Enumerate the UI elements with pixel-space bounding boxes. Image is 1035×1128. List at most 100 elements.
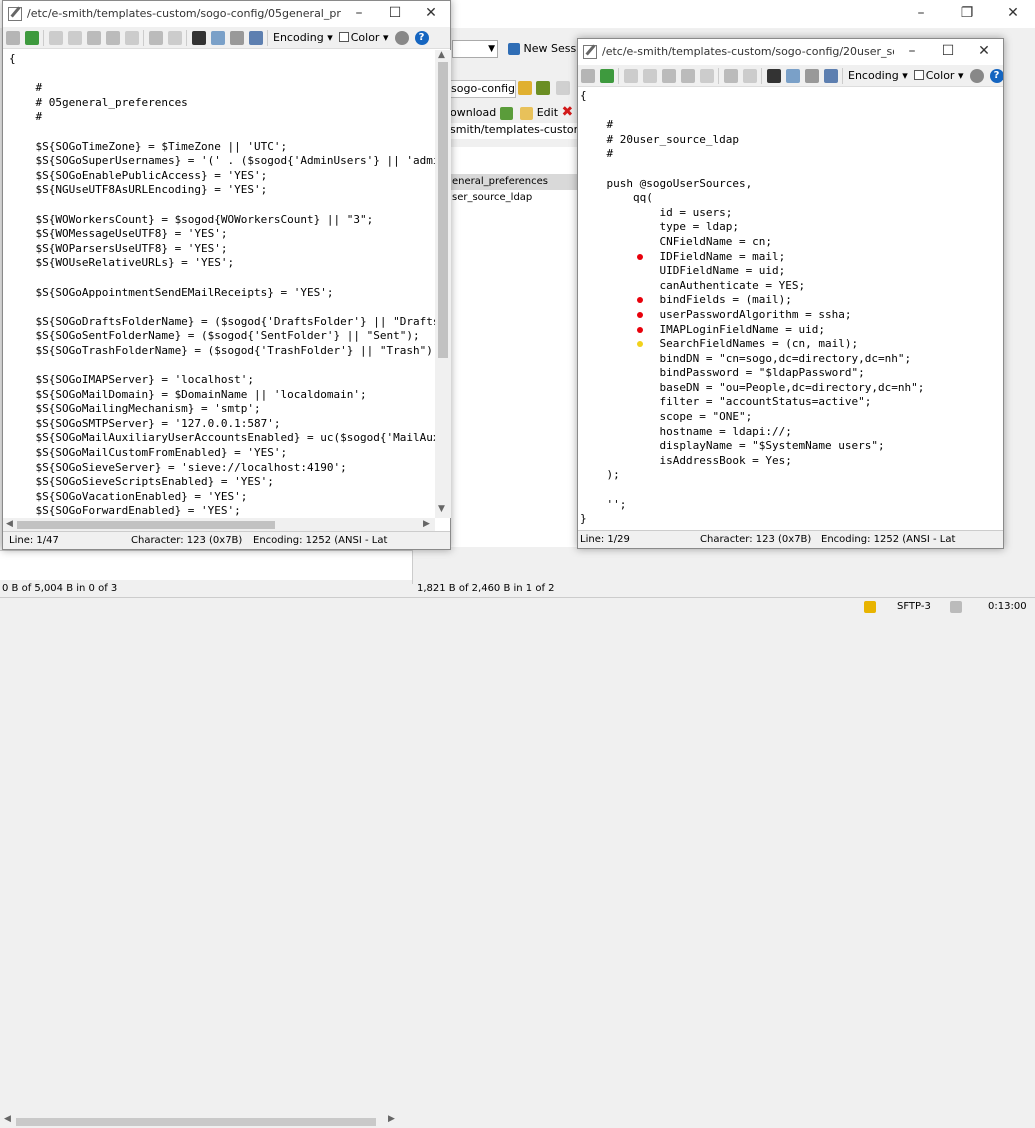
select-all-icon[interactable] <box>125 31 139 45</box>
editor2-toolbar: Encoding ▾ Color ▾? <box>578 65 1003 87</box>
local-file-panel[interactable]: ◀ ▶ <box>0 550 412 1128</box>
download-button[interactable]: ownload <box>450 106 496 119</box>
scroll-left-icon[interactable]: ◀ <box>4 1114 11 1124</box>
help-icon[interactable]: ? <box>989 69 1003 83</box>
main-status-bar: 0 B of 5,004 B in 0 of 3 1,821 B of 2,46… <box>0 581 1035 597</box>
close-icon[interactable]: ✕ <box>413 1 449 27</box>
color-checkbox[interactable] <box>913 70 924 80</box>
editor-window-user-source-ldap[interactable]: /etc/e-smith/templates-custom/sogo-confi… <box>577 38 1004 549</box>
directory-combo[interactable]: sogo-config ▾ <box>450 80 516 98</box>
code-line-text: $S{NGUseUTF8AsURLEncoding} = 'YES'; <box>9 183 268 197</box>
code-line-text: $S{WOWorkersCount} = $sogod{WOWorkersCou… <box>9 212 374 226</box>
scroll-thumb[interactable] <box>17 521 275 529</box>
find-next-icon[interactable] <box>230 31 244 45</box>
open-folder-icon[interactable] <box>518 81 532 95</box>
code-line: $S{SOGoVacationEnabled} = 'YES'; <box>9 490 435 505</box>
copy-icon[interactable] <box>643 69 657 83</box>
separator <box>186 30 187 46</box>
close-icon[interactable]: ✕ <box>966 39 1002 65</box>
encoding-menu[interactable]: Encoding ▾ <box>273 27 333 48</box>
color-checkbox[interactable] <box>338 32 349 42</box>
undo-icon[interactable] <box>149 31 163 45</box>
close-icon[interactable]: ✕ <box>990 0 1035 28</box>
scroll-thumb[interactable] <box>16 1118 376 1126</box>
gear-icon[interactable] <box>969 69 984 83</box>
undo-icon[interactable] <box>724 69 738 83</box>
file-row-user-source-ldap[interactable]: ser_source_ldap <box>450 190 578 206</box>
code-line: SearchFieldNames = (cn, mail); <box>580 337 1003 352</box>
scroll-right-icon[interactable]: ▶ <box>423 519 430 529</box>
code-line-text: $S{SOGoSentFolderName} = ($sogod{'SentFo… <box>9 329 420 343</box>
edit-icon[interactable] <box>520 106 534 120</box>
find-next-icon[interactable] <box>805 69 819 83</box>
restore-icon[interactable]: ❐ <box>944 0 990 28</box>
scroll-left-icon[interactable]: ◀ <box>6 519 13 529</box>
refresh-icon[interactable] <box>600 69 614 83</box>
editor1-horizontal-scrollbar[interactable]: ◀ ▶ <box>3 518 435 532</box>
paste-icon[interactable] <box>662 69 676 83</box>
delete-icon[interactable]: ✖ <box>562 104 574 120</box>
cut-icon[interactable] <box>49 31 63 45</box>
file-row-general-preferences[interactable]: eneral_preferences <box>450 174 578 190</box>
encoding-menu[interactable]: Encoding ▾ <box>848 65 908 86</box>
goto-line-icon[interactable] <box>249 31 263 45</box>
code-line-text: isAddressBook = Yes; <box>580 453 792 467</box>
minimize-icon[interactable]: – <box>341 1 377 27</box>
cut-icon[interactable] <box>624 69 638 83</box>
paste-icon[interactable] <box>87 31 101 45</box>
minimize-icon[interactable]: – <box>898 0 944 28</box>
editor-window-general-preferences[interactable]: /etc/e-smith/templates-custom/sogo-confi… <box>2 0 451 550</box>
select-all-icon[interactable] <box>700 69 714 83</box>
scroll-down-icon[interactable]: ▼ <box>438 504 445 514</box>
code-line: IMAPLoginFieldName = uid; <box>580 323 1003 338</box>
code-line-text: $S{SOGoMailAuxiliaryUserAccountsEnabled}… <box>9 431 435 445</box>
save-icon[interactable] <box>6 31 20 45</box>
code-line: $S{SOGoDraftsFolderName} = ($sogod{'Draf… <box>9 315 435 330</box>
find-icon[interactable] <box>767 69 781 83</box>
code-line: { <box>580 89 1003 104</box>
scroll-up-icon[interactable]: ▲ <box>438 50 445 60</box>
code-line: qq( <box>580 191 1003 206</box>
code-line-text: $S{SOGoTimeZone} = $TimeZone || 'UTC'; <box>9 139 288 153</box>
edit-button[interactable]: Edit <box>537 106 558 119</box>
scroll-right-icon[interactable]: ▶ <box>388 1114 395 1124</box>
copy-icon[interactable] <box>68 31 82 45</box>
editor1-vertical-scrollbar[interactable]: ▲ ▼ <box>435 50 451 518</box>
delete-icon[interactable] <box>106 31 120 45</box>
delete-icon[interactable] <box>681 69 695 83</box>
download-icon[interactable] <box>499 106 513 120</box>
editor1-code: { # # 05general_preferences # $S{SOGoTim… <box>3 50 435 518</box>
redo-icon[interactable] <box>168 31 182 45</box>
code-line-text: CNFieldName = cn; <box>580 234 773 248</box>
local-horizontal-scrollbar[interactable]: ◀ ▶ <box>2 1114 400 1128</box>
remote-file-list[interactable]: eneral_preferences ser_source_ldap <box>450 147 578 547</box>
maximize-icon[interactable]: ☐ <box>377 1 413 27</box>
protocol-label: SFTP-3 <box>897 601 931 612</box>
gear-icon[interactable] <box>394 31 409 45</box>
panel-divider[interactable] <box>412 550 416 584</box>
session-status-strip: SFTP-3 0:13:00 <box>0 597 1035 616</box>
find-icon[interactable] <box>192 31 206 45</box>
redo-icon[interactable] <box>743 69 757 83</box>
code-line: hostname = ldapi://; <box>580 425 1003 440</box>
maximize-icon[interactable]: ☐ <box>930 39 966 65</box>
filter-icon[interactable] <box>536 81 550 95</box>
code-line-text: filter = "accountStatus=active"; <box>580 395 872 409</box>
code-line: $S{SOGoMailAuxiliaryUserAccountsEnabled}… <box>9 431 435 446</box>
color-menu[interactable]: Color ▾ <box>338 27 389 48</box>
editor2-text-area[interactable]: { # # 20user_source_ldap # push @sogoUse… <box>578 88 1003 531</box>
replace-icon[interactable] <box>211 31 225 45</box>
refresh-icon[interactable] <box>25 31 39 45</box>
separator <box>618 68 619 84</box>
color-menu[interactable]: Color ▾ <box>913 65 964 86</box>
code-line-text: # <box>9 110 43 124</box>
scroll-thumb[interactable] <box>438 62 448 358</box>
replace-icon[interactable] <box>786 69 800 83</box>
editor1-text-area[interactable]: { # # 05general_preferences # $S{SOGoTim… <box>3 50 435 518</box>
save-icon[interactable] <box>581 69 595 83</box>
goto-line-icon[interactable] <box>824 69 838 83</box>
back-icon[interactable] <box>556 81 570 95</box>
minimize-icon[interactable]: – <box>894 39 930 65</box>
help-icon[interactable]: ? <box>414 31 429 45</box>
session-dropdown[interactable]: ▼ <box>452 40 498 58</box>
